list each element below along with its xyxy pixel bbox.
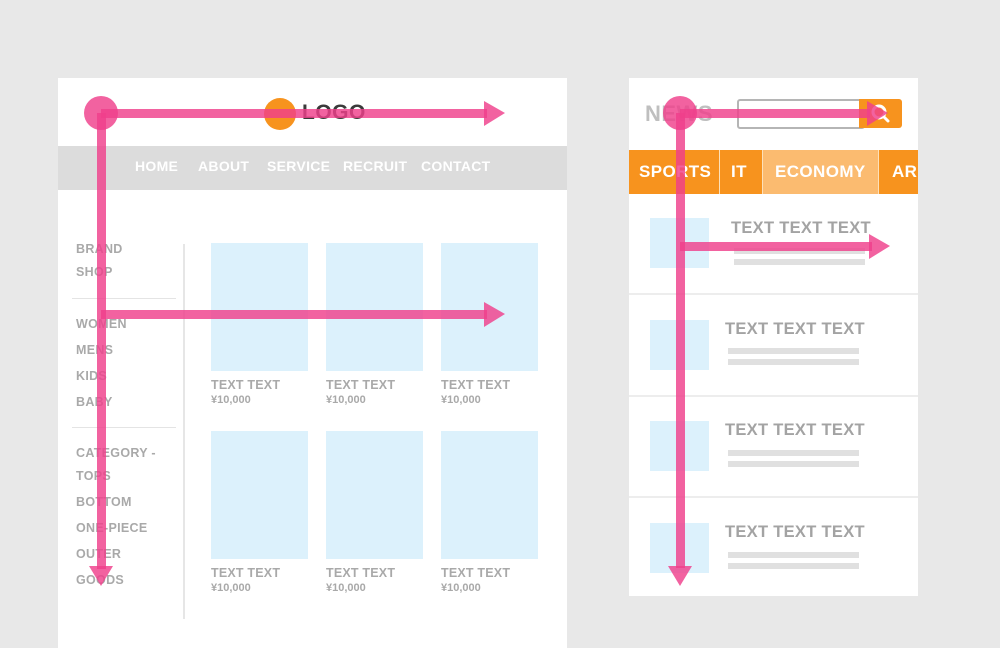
flow-arrowhead bbox=[867, 101, 888, 126]
flow-arrow-vertical bbox=[676, 113, 685, 568]
flow-arrowhead bbox=[668, 566, 692, 586]
flow-arrowhead bbox=[484, 101, 505, 126]
flow-arrowhead bbox=[869, 234, 890, 259]
flow-arrow-horizontal bbox=[101, 109, 487, 118]
flow-arrow-horizontal bbox=[680, 242, 872, 251]
flow-arrow-horizontal bbox=[101, 310, 487, 319]
flow-arrowhead bbox=[484, 302, 505, 327]
reading-flow-overlay bbox=[84, 96, 890, 586]
flow-arrow-horizontal bbox=[680, 109, 870, 118]
flow-arrowhead bbox=[89, 566, 113, 586]
flow-arrow-vertical bbox=[97, 113, 106, 569]
